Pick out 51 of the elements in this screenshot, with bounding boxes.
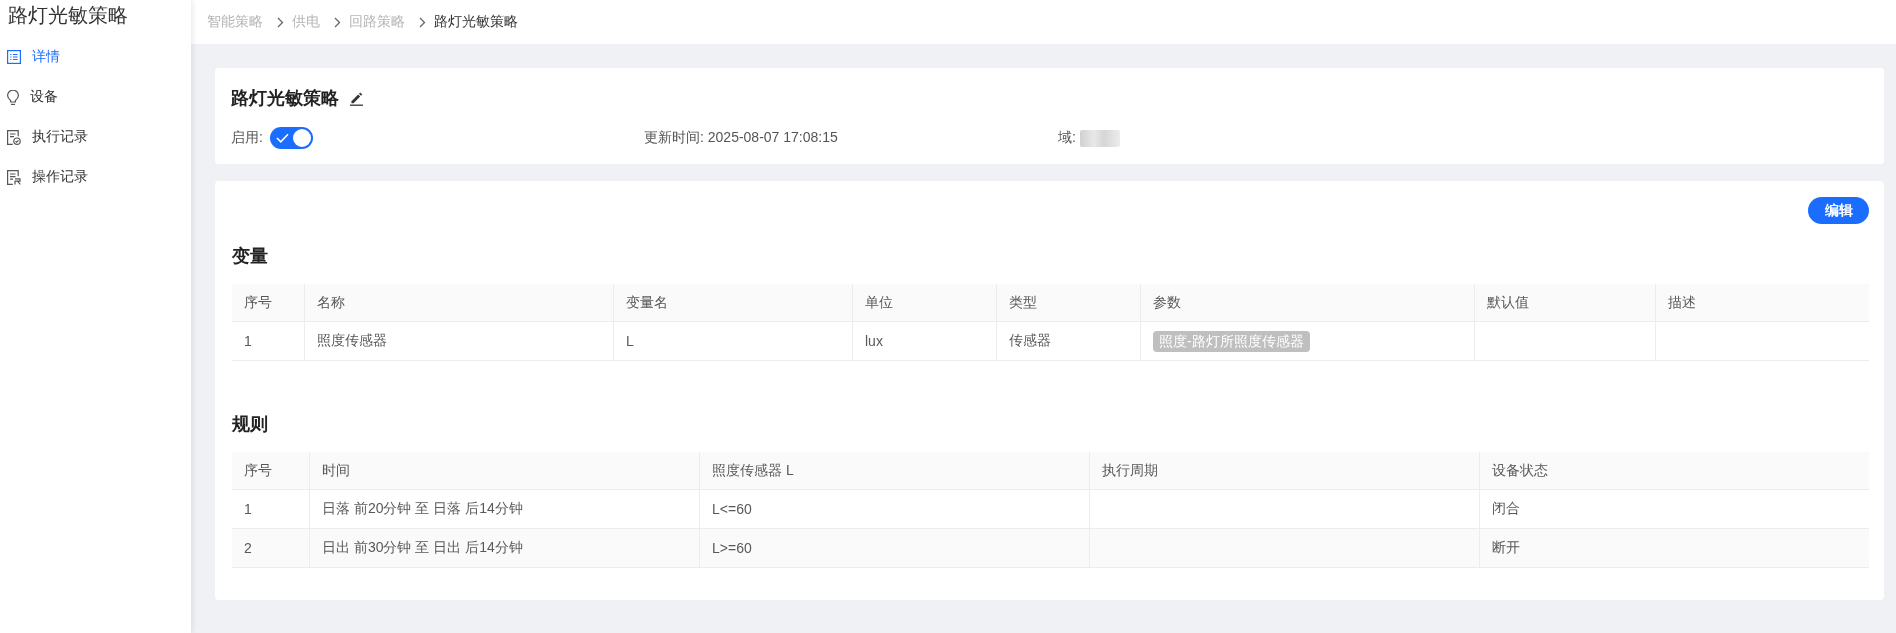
field-label: 域: bbox=[1058, 129, 1076, 147]
table-cell: 闭合 bbox=[1479, 490, 1869, 528]
sidebar-item[interactable]: 设备 bbox=[0, 77, 58, 117]
list-icon bbox=[7, 50, 21, 64]
lightbulb-icon bbox=[7, 89, 19, 105]
document-icon bbox=[7, 169, 21, 185]
column-header: 名称 bbox=[304, 284, 613, 321]
column-header: 照度传感器 L bbox=[699, 452, 1089, 489]
table-cell-text: 1 bbox=[243, 332, 253, 351]
table-cell: 日落 前20分钟 至 日落 后14分钟 bbox=[309, 490, 699, 528]
column-header: 时间 bbox=[309, 452, 699, 489]
edit-button[interactable]: 编辑 bbox=[1808, 197, 1869, 224]
column-header: 执行周期 bbox=[1089, 452, 1479, 489]
column-header: 变量名 bbox=[613, 284, 852, 321]
field-label: 启用: bbox=[231, 129, 263, 147]
document-check-icon bbox=[7, 129, 21, 145]
pencil-icon[interactable] bbox=[349, 90, 364, 106]
update-time: 更新时间: 2025-08-07 17:08:15 bbox=[644, 129, 838, 147]
column-header: 默认值 bbox=[1474, 284, 1655, 321]
column-header: 类型 bbox=[996, 284, 1140, 321]
column-header: 设备状态 bbox=[1479, 452, 1869, 489]
column-header: 单位 bbox=[852, 284, 996, 321]
table-cell: 传感器 bbox=[996, 322, 1140, 360]
table-cell: 断开 bbox=[1479, 529, 1869, 567]
section-title: 变量 bbox=[232, 245, 268, 268]
sidebar-item[interactable]: 操作记录 bbox=[0, 157, 88, 197]
column-header: 描述 bbox=[1655, 284, 1869, 321]
check-icon bbox=[275, 133, 289, 143]
table-cell: L bbox=[613, 322, 852, 360]
table-cell: 照度传感器 bbox=[304, 322, 613, 360]
chevron-icon bbox=[334, 16, 341, 28]
sidebar-item[interactable]: 执行记录 bbox=[0, 117, 88, 157]
chevron-icon bbox=[277, 16, 284, 28]
parameter-tag: 照度-路灯所照度传感器 bbox=[1153, 330, 1310, 352]
breadcrumb-item: 路灯光敏策略 bbox=[434, 13, 518, 31]
column-header: 序号 bbox=[243, 292, 273, 312]
table-cell-text: 1 bbox=[243, 500, 253, 519]
table-cell: 日出 前30分钟 至 日出 后14分钟 bbox=[309, 529, 699, 567]
column-header: 序号 bbox=[243, 460, 273, 480]
section-title: 规则 bbox=[232, 413, 268, 436]
column-header: 参数 bbox=[1140, 284, 1474, 321]
table-cell: lux bbox=[852, 322, 996, 360]
sidebar-title: 路灯光敏策略 bbox=[8, 3, 128, 27]
table-cell: L<=60 bbox=[699, 490, 1089, 528]
toggle-switch[interactable] bbox=[269, 127, 313, 149]
table-cell-text: 2 bbox=[243, 539, 253, 558]
chevron-icon bbox=[419, 16, 426, 28]
page-title: 路灯光敏策略 bbox=[231, 87, 339, 110]
sidebar-item[interactable]: 详情 bbox=[0, 37, 60, 77]
table-cell: L>=60 bbox=[699, 529, 1089, 567]
blurred-value bbox=[1079, 129, 1120, 147]
